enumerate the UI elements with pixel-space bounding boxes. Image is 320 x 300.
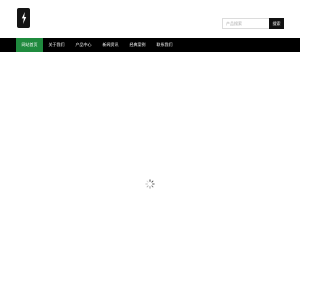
search-input[interactable]	[222, 18, 274, 29]
nav-item-home[interactable]: 网站首页	[16, 38, 43, 52]
search-button[interactable]: 搜索	[269, 18, 284, 29]
main-content	[0, 52, 300, 300]
loading-spinner-icon	[145, 179, 155, 189]
nav-item-news[interactable]: 新闻资讯	[97, 38, 124, 52]
lightning-bolt-icon	[21, 12, 26, 24]
nav-item-products[interactable]: 产品中心	[70, 38, 97, 52]
site-header: 搜索	[0, 0, 300, 38]
nav-item-contact[interactable]: 联系我们	[151, 38, 178, 52]
nav-list: 网站首页 关于我们 产品中心 新闻资讯 经典案例 联系我们	[16, 38, 178, 52]
page: 搜索 网站首页 关于我们 产品中心 新闻资讯 经典案例 联系我们	[0, 0, 300, 300]
nav-item-cases[interactable]: 经典案例	[124, 38, 151, 52]
site-logo[interactable]	[17, 8, 30, 28]
main-nav: 网站首页 关于我们 产品中心 新闻资讯 经典案例 联系我们	[0, 38, 300, 52]
nav-item-about[interactable]: 关于我们	[43, 38, 70, 52]
